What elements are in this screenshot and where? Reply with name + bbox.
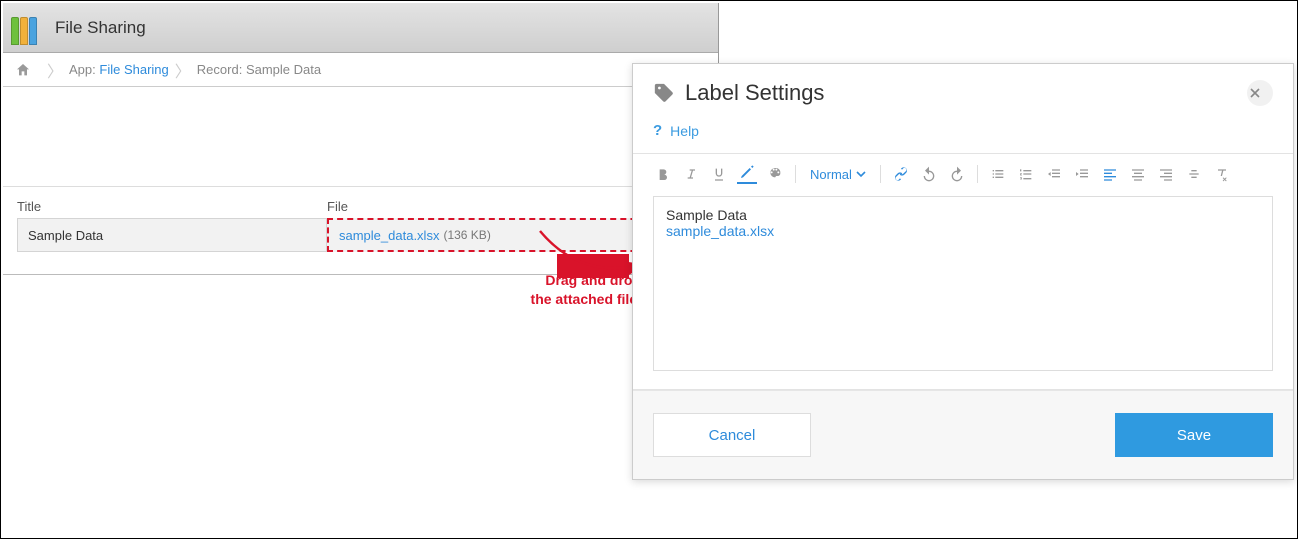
app-header: File Sharing (3, 3, 718, 53)
modal-header: Label Settings (633, 64, 1293, 118)
label-settings-modal: Label Settings ? Help Normal (632, 63, 1294, 480)
text-color-button[interactable] (737, 164, 757, 184)
italic-button[interactable] (681, 164, 701, 184)
clear-format-button[interactable] (1212, 164, 1232, 184)
file-link[interactable]: sample_data.xlsx (339, 228, 439, 243)
app-window: File Sharing 〉 App: File Sharing 〉 Recor… (3, 3, 719, 275)
editor-toolbar: Normal (633, 154, 1293, 190)
align-right-button[interactable] (1156, 164, 1176, 184)
format-selector-label: Normal (810, 167, 852, 182)
cancel-button[interactable]: Cancel (653, 413, 811, 457)
breadcrumb-record-prefix: Record: (197, 62, 243, 77)
chevron-icon: 〉 (175, 58, 191, 82)
breadcrumb-app-prefix: App: (69, 62, 96, 77)
close-icon (1250, 88, 1260, 98)
outdent-button[interactable] (1044, 164, 1064, 184)
format-selector[interactable]: Normal (806, 167, 870, 182)
toolbar-sep (977, 165, 978, 183)
editor-text-line: Sample Data (666, 207, 1260, 223)
toolbar-sep (880, 165, 881, 183)
bullet-list-button[interactable] (988, 164, 1008, 184)
underline-button[interactable] (709, 164, 729, 184)
breadcrumb-record-name: Sample Data (246, 62, 321, 77)
close-button[interactable] (1247, 80, 1273, 106)
link-button[interactable] (891, 164, 911, 184)
align-left-button[interactable] (1100, 164, 1120, 184)
help-icon: ? (653, 122, 662, 139)
help-link[interactable]: Help (670, 123, 699, 139)
annotation-line1: Drag and drop (441, 271, 641, 290)
spacer (3, 87, 718, 187)
home-icon[interactable] (15, 62, 31, 78)
help-row: ? Help (633, 118, 1293, 153)
save-button[interactable]: Save (1115, 413, 1273, 457)
editor-file-link[interactable]: sample_data.xlsx (666, 223, 1260, 239)
app-title: File Sharing (55, 18, 146, 38)
background-color-button[interactable] (765, 164, 785, 184)
breadcrumb-app-link[interactable]: File Sharing (99, 62, 168, 77)
chevron-icon: 〉 (47, 58, 63, 82)
app-icon (11, 11, 45, 45)
modal-footer: Cancel Save (633, 390, 1293, 479)
bold-button[interactable] (653, 164, 673, 184)
title-field: Title Sample Data (17, 199, 327, 252)
file-size: (136 KB) (443, 228, 490, 242)
rich-text-editor[interactable]: Sample Data sample_data.xlsx (653, 196, 1273, 371)
modal-title: Label Settings (685, 80, 1247, 106)
annotation-caption: Drag and drop the attached file. (441, 271, 641, 309)
annotation-line2: the attached file. (441, 290, 641, 309)
redo-button[interactable] (947, 164, 967, 184)
strikethrough-button[interactable] (1184, 164, 1204, 184)
toolbar-sep (795, 165, 796, 183)
indent-button[interactable] (1072, 164, 1092, 184)
title-value: Sample Data (17, 218, 327, 252)
align-center-button[interactable] (1128, 164, 1148, 184)
chevron-down-icon (856, 169, 866, 179)
breadcrumb: 〉 App: File Sharing 〉 Record: Sample Dat… (3, 53, 718, 87)
undo-button[interactable] (919, 164, 939, 184)
title-label: Title (17, 199, 327, 214)
numbered-list-button[interactable] (1016, 164, 1036, 184)
tag-icon (653, 82, 675, 104)
